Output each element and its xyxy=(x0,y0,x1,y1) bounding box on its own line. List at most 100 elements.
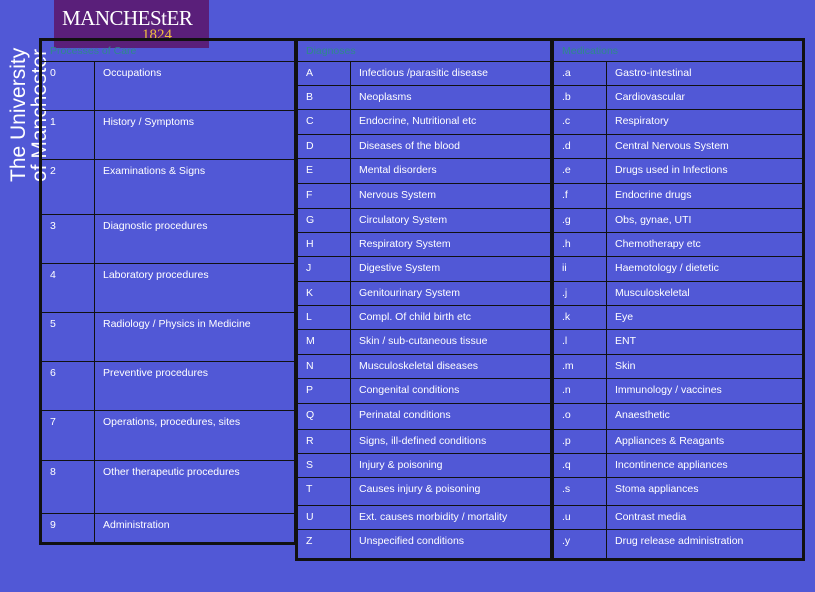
diagnosis-row: K Genitourinary System xyxy=(296,281,552,306)
medication-code: .s xyxy=(552,477,607,506)
diagnosis-label: Congenital conditions xyxy=(350,378,552,404)
diagnosis-code: B xyxy=(296,85,351,110)
medication-row: .c Respiratory xyxy=(552,109,804,135)
medication-label: Obs, gynae, UTI xyxy=(606,208,804,233)
diagnosis-row: L Compl. Of child birth etc xyxy=(296,305,552,330)
medication-code: .a xyxy=(552,61,607,86)
medication-code: .q xyxy=(552,453,607,478)
diagnosis-code: N xyxy=(296,354,351,379)
medication-code: .f xyxy=(552,183,607,209)
medication-row: .g Obs, gynae, UTI xyxy=(552,208,804,233)
diagnosis-label: Digestive System xyxy=(350,256,552,282)
process-row: 7 Operations, procedures, sites xyxy=(40,410,296,461)
diagnosis-code: H xyxy=(296,232,351,257)
medication-label: Contrast media xyxy=(606,505,804,530)
medication-label: Gastro-intestinal xyxy=(606,61,804,86)
diagnosis-row: D Diseases of the blood xyxy=(296,134,552,159)
process-code: 0 xyxy=(40,61,95,111)
medication-label: Immunology / vaccines xyxy=(606,378,804,404)
medication-row: ii Haemotology / dietetic xyxy=(552,256,804,282)
diagnosis-label: Musculoskeletal diseases xyxy=(350,354,552,379)
process-row: 1 History / Symptoms xyxy=(40,110,296,160)
processes-header: Processes of Care xyxy=(40,39,296,62)
diagnosis-code: Z xyxy=(296,529,351,560)
diagnosis-code: E xyxy=(296,158,351,184)
diagnosis-row: Z Unspecified conditions xyxy=(296,529,552,560)
diagnosis-label: Diseases of the blood xyxy=(350,134,552,159)
medication-row: .n Immunology / vaccines xyxy=(552,378,804,404)
medication-row: .m Skin xyxy=(552,354,804,379)
diagnosis-row: R Signs, ill-defined conditions xyxy=(296,429,552,454)
medication-label: Endocrine drugs xyxy=(606,183,804,209)
medication-code: .u xyxy=(552,505,607,530)
medication-label: Skin xyxy=(606,354,804,379)
process-row: 2 Examinations & Signs xyxy=(40,159,296,215)
university-name-line1: The University xyxy=(7,47,30,182)
diagnosis-label: Genitourinary System xyxy=(350,281,552,306)
diagnosis-row: N Musculoskeletal diseases xyxy=(296,354,552,379)
diagnoses-table: Diagnoses A Infectious /parasitic disease… xyxy=(295,38,553,561)
process-code: 9 xyxy=(40,513,95,544)
process-row: 6 Preventive procedures xyxy=(40,361,296,411)
diagnosis-code: U xyxy=(296,505,351,530)
process-label: History / Symptoms xyxy=(94,110,296,160)
diagnosis-label: Mental disorders xyxy=(350,158,552,184)
medication-code: .o xyxy=(552,403,607,430)
process-row: 9 Administration xyxy=(40,513,296,544)
diagnosis-row: M Skin / sub-cutaneous tissue xyxy=(296,329,552,355)
diagnosis-code: A xyxy=(296,61,351,86)
medication-code: .y xyxy=(552,529,607,560)
process-code: 1 xyxy=(40,110,95,160)
process-code: 3 xyxy=(40,214,95,264)
medication-code: .k xyxy=(552,305,607,330)
medication-code: .g xyxy=(552,208,607,233)
diagnosis-label: Skin / sub-cutaneous tissue xyxy=(350,329,552,355)
process-row: 5 Radiology / Physics in Medicine xyxy=(40,312,296,362)
diagnosis-row: J Digestive System xyxy=(296,256,552,282)
medication-label: Chemotherapy etc xyxy=(606,232,804,257)
process-row: 4 Laboratory procedures xyxy=(40,263,296,313)
medication-row: .k Eye xyxy=(552,305,804,330)
process-row: 8 Other therapeutic procedures xyxy=(40,460,296,514)
diagnosis-row: P Congenital conditions xyxy=(296,378,552,404)
process-code: 6 xyxy=(40,361,95,411)
diagnosis-row: G Circulatory System xyxy=(296,208,552,233)
process-label: Operations, procedures, sites xyxy=(94,410,296,461)
diagnosis-code: S xyxy=(296,453,351,478)
process-label: Diagnostic procedures xyxy=(94,214,296,264)
diagnosis-row: U Ext. causes morbidity / mortality xyxy=(296,505,552,530)
medication-row: .b Cardiovascular xyxy=(552,85,804,110)
process-code: 5 xyxy=(40,312,95,362)
diagnosis-label: Compl. Of child birth etc xyxy=(350,305,552,330)
diagnosis-row: E Mental disorders xyxy=(296,158,552,184)
diagnosis-row: T Causes injury & poisoning xyxy=(296,477,552,506)
diagnosis-row: C Endocrine, Nutritional etc xyxy=(296,109,552,135)
diagnosis-label: Endocrine, Nutritional etc xyxy=(350,109,552,135)
process-label: Administration xyxy=(94,513,296,544)
medication-label: Central Nervous System xyxy=(606,134,804,159)
diagnosis-label: Nervous System xyxy=(350,183,552,209)
medication-label: Haemotology / dietetic xyxy=(606,256,804,282)
process-label: Examinations & Signs xyxy=(94,159,296,215)
diagnosis-label: Respiratory System xyxy=(350,232,552,257)
process-row: 3 Diagnostic procedures xyxy=(40,214,296,264)
diagnosis-label: Signs, ill-defined conditions xyxy=(350,429,552,454)
medication-label: Musculoskeletal xyxy=(606,281,804,306)
diagnoses-header: Diagnoses xyxy=(296,39,552,62)
diagnosis-label: Circulatory System xyxy=(350,208,552,233)
diagnosis-label: Ext. causes morbidity / mortality xyxy=(350,505,552,530)
medication-row: .s Stoma appliances xyxy=(552,477,804,506)
diagnosis-label: Perinatal conditions xyxy=(350,403,552,430)
diagnosis-row: S Injury & poisoning xyxy=(296,453,552,478)
process-label: Laboratory procedures xyxy=(94,263,296,313)
diagnosis-row: F Nervous System xyxy=(296,183,552,209)
medication-code: .h xyxy=(552,232,607,257)
medication-code: .c xyxy=(552,109,607,135)
medication-row: .f Endocrine drugs xyxy=(552,183,804,209)
diagnosis-code: M xyxy=(296,329,351,355)
process-code: 7 xyxy=(40,410,95,461)
medication-code: .l xyxy=(552,329,607,355)
medication-code: .p xyxy=(552,429,607,454)
medication-label: ENT xyxy=(606,329,804,355)
diagnosis-code: R xyxy=(296,429,351,454)
